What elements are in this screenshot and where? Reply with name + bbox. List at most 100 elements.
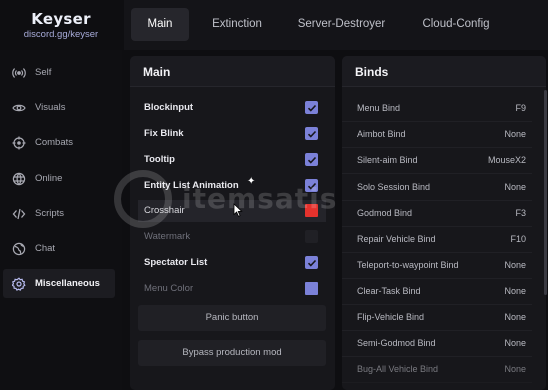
check-icon (307, 182, 316, 190)
option-blockinput[interactable]: Blockinput (138, 97, 326, 119)
tab-main[interactable]: Main (131, 8, 189, 41)
option-label: Blockinput (144, 102, 194, 113)
bind-row-bug-all-vehicle[interactable]: Bug-All Vehicle Bind None (342, 357, 532, 383)
sidebar-item-label: Chat (35, 243, 56, 254)
bind-key[interactable]: F9 (515, 103, 526, 113)
binds-panel-title: Binds (355, 65, 389, 79)
option-label: Watermark (144, 231, 191, 242)
bind-row-menu[interactable]: Menu Bind F9 (342, 96, 532, 122)
bind-key[interactable]: F10 (510, 234, 526, 244)
bind-key[interactable]: MouseX2 (488, 155, 526, 165)
bind-name: Aimbot Bind (357, 129, 406, 139)
code-icon (12, 207, 26, 221)
spectator-list-checkbox[interactable] (305, 256, 318, 269)
bind-name: Semi-Godmod Bind (357, 338, 436, 348)
option-menu-color[interactable]: Menu Color (138, 278, 326, 300)
bind-key[interactable]: None (504, 129, 526, 139)
tooltip-checkbox[interactable] (305, 153, 318, 166)
check-icon (307, 259, 316, 267)
main-panel-header: Main (130, 56, 335, 87)
sidebar-item-scripts[interactable]: Scripts (3, 199, 115, 228)
sidebar: Self Visuals Combats Online Scripts Chat (0, 50, 122, 390)
bind-row-clear-task[interactable]: Clear-Task Bind None (342, 279, 532, 305)
option-label: Crosshair (144, 205, 185, 216)
sidebar-item-label: Online (35, 173, 63, 184)
check-icon (307, 156, 316, 164)
app-title: Keyser (31, 10, 91, 28)
bind-row-aimbot[interactable]: Aimbot Bind None (342, 122, 532, 148)
option-spectator-list[interactable]: Spectator List (138, 252, 326, 274)
bind-name: Flip-Vehicle Bind (357, 312, 425, 322)
mouse-cursor-icon (233, 203, 243, 217)
tab-cloud-config[interactable]: Cloud-Config (412, 8, 500, 41)
sidebar-item-label: Self (35, 67, 52, 78)
bind-name: Godmod Bind (357, 208, 413, 218)
sidebar-item-label: Combats (35, 137, 74, 148)
binds-panel-header: Binds (342, 56, 546, 87)
option-label: Tooltip (144, 154, 175, 165)
bind-key[interactable]: None (504, 260, 526, 270)
sidebar-item-chat[interactable]: Chat (3, 234, 115, 263)
sidebar-item-miscellaneous[interactable]: Miscellaneous (3, 269, 115, 298)
tab-server-destroyer[interactable]: Server-Destroyer (289, 8, 394, 41)
gear-icon (12, 276, 26, 291)
bind-row-solo-session[interactable]: Solo Session Bind None (342, 175, 532, 201)
check-icon (307, 104, 316, 112)
sidebar-item-visuals[interactable]: Visuals (3, 93, 115, 122)
bind-name: Bug-All Vehicle Bind (357, 364, 439, 374)
tab-extinction[interactable]: Extinction (202, 8, 272, 41)
panic-button[interactable]: Panic button (138, 305, 326, 331)
brand: Keyser discord.gg/keyser (0, 0, 122, 48)
bind-key[interactable]: None (504, 364, 526, 374)
main-panel-title: Main (143, 65, 171, 79)
bind-row-repair-vehicle[interactable]: Repair Vehicle Bind F10 (342, 227, 532, 253)
sparkle-icon: ✦ (247, 176, 256, 187)
watermark-checkbox[interactable] (305, 230, 318, 243)
top-tabs: Main Extinction Server-Destroyer Cloud-C… (124, 0, 548, 50)
globe-chat-icon (12, 242, 26, 256)
bind-name: Solo Session Bind (357, 182, 431, 192)
option-tooltip[interactable]: Tooltip (138, 149, 326, 171)
blockinput-checkbox[interactable] (305, 101, 318, 114)
globe-icon (12, 172, 26, 186)
option-entity-list-animation[interactable]: Entity List Animation (138, 175, 326, 197)
sidebar-item-online[interactable]: Online (3, 164, 115, 193)
bind-name: Teleport-to-waypoint Bind (357, 260, 459, 270)
bypass-production-mod-button[interactable]: Bypass production mod (138, 340, 326, 366)
discord-link[interactable]: discord.gg/keyser (0, 29, 122, 40)
eye-icon (12, 101, 26, 115)
option-label: Menu Color (144, 283, 194, 294)
sidebar-item-combats[interactable]: Combats (3, 128, 115, 157)
bind-row-silent-aim[interactable]: Silent-aim Bind MouseX2 (342, 148, 532, 174)
option-crosshair[interactable]: Crosshair (138, 200, 326, 222)
option-fix-blink[interactable]: Fix Blink (138, 123, 326, 145)
bind-row-semi-godmod[interactable]: Semi-Godmod Bind None (342, 331, 532, 357)
option-watermark[interactable]: Watermark (138, 226, 326, 248)
main-panel: Main Blockinput Fix Blink Tooltip Entity… (130, 56, 335, 390)
crosshair-icon (12, 136, 26, 150)
entity-list-animation-checkbox[interactable] (305, 179, 318, 192)
bind-key[interactable]: None (504, 286, 526, 296)
bind-name: Silent-aim Bind (357, 155, 418, 165)
bind-row-godmod[interactable]: Godmod Bind F3 (342, 201, 532, 227)
bind-row-teleport-to-waypoint[interactable]: Teleport-to-waypoint Bind None (342, 253, 532, 279)
bind-row-flip-vehicle[interactable]: Flip-Vehicle Bind None (342, 305, 532, 331)
bind-name: Menu Bind (357, 103, 401, 113)
fix-blink-checkbox[interactable] (305, 127, 318, 140)
binds-scrollbar[interactable] (544, 90, 547, 295)
bind-key[interactable]: None (504, 338, 526, 348)
bind-key[interactable]: F3 (515, 208, 526, 218)
sidebar-item-self[interactable]: Self (3, 58, 115, 87)
menu-color-swatch[interactable] (305, 282, 318, 295)
bind-name: Clear-Task Bind (357, 286, 421, 296)
crosshair-color-swatch[interactable] (305, 204, 318, 217)
bind-key[interactable]: None (504, 182, 526, 192)
bind-name: Repair Vehicle Bind (357, 234, 436, 244)
sidebar-item-label: Scripts (35, 208, 65, 219)
binds-panel: Binds Menu Bind F9 Aimbot Bind None Sile… (342, 56, 546, 390)
option-label: Fix Blink (144, 128, 184, 139)
bind-key[interactable]: None (504, 312, 526, 322)
broadcast-icon (12, 66, 26, 80)
option-label: Spectator List (144, 257, 208, 268)
sidebar-item-label: Miscellaneous (35, 278, 100, 289)
